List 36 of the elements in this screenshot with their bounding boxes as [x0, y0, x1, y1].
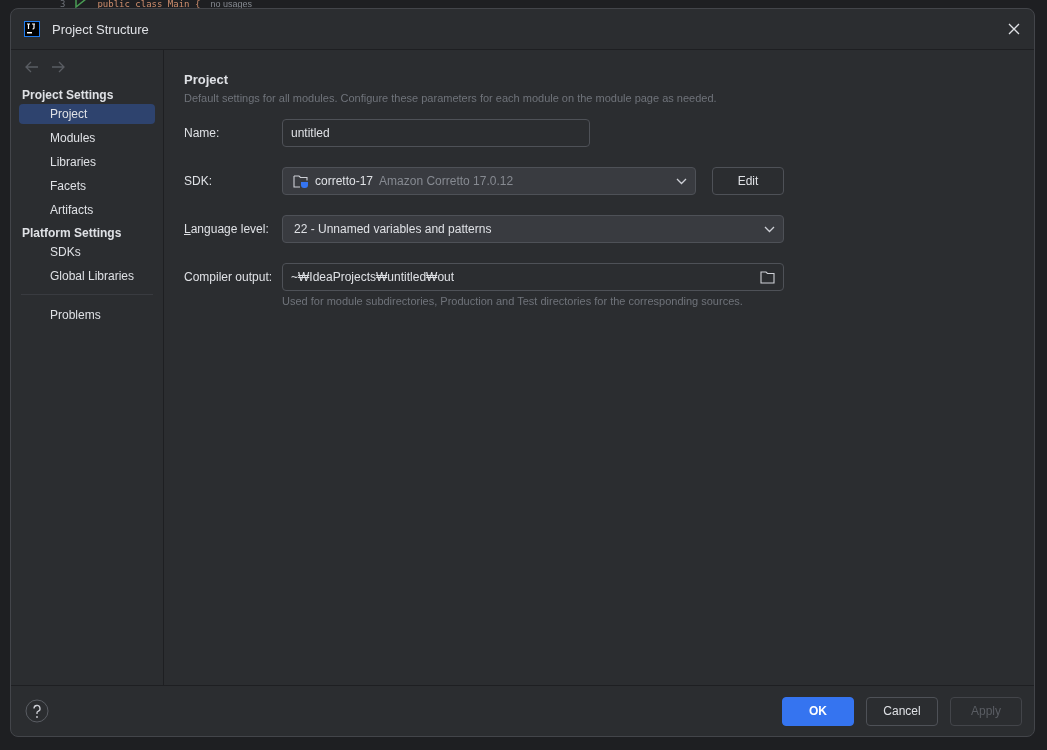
language-level-dropdown[interactable]: 22 - Unnamed variables and patterns — [282, 215, 784, 243]
sidebar-item[interactable]: Global Libraries — [19, 266, 155, 286]
chevron-down-icon — [764, 225, 775, 233]
line-number: 3 — [60, 0, 66, 9]
sidebar-item[interactable]: Artifacts — [19, 200, 155, 220]
compiler-output-field[interactable]: ~₩IdeaProjects₩untitled₩out — [282, 263, 784, 291]
ok-button[interactable]: OK — [782, 696, 854, 726]
sidebar-item[interactable]: Facets — [19, 176, 155, 196]
help-icon[interactable] — [25, 699, 49, 723]
sidebar-item[interactable]: Modules — [19, 128, 155, 148]
sidebar-item[interactable]: Problems — [19, 305, 155, 325]
app-logo-icon — [24, 21, 40, 37]
section-description: Default settings for all modules. Configure these parameters for each module on the module page as needed. — [184, 92, 718, 104]
usage-hint: no usages — [210, 0, 252, 9]
dialog-button[interactable]: Cancel — [866, 696, 938, 726]
section-heading: Platform Settings — [21, 225, 123, 242]
section-title: Project — [184, 72, 230, 87]
sidebar-item[interactable]: SDKs — [19, 242, 155, 262]
name-field[interactable]: untitled — [282, 119, 590, 147]
edit-button[interactable]: Edit — [712, 167, 784, 195]
window-title: Project Structure — [52, 21, 150, 37]
sidebar-item[interactable]: Libraries — [19, 152, 155, 172]
sdk-dropdown[interactable]: corretto-17 Amazon Corretto 17.0.12 — [282, 167, 696, 195]
field-label: Name: — [184, 126, 221, 140]
sidebar-item[interactable]: Project — [19, 104, 155, 124]
field-hint: Used for module subdirectories, Production and Test directories for the corresponding sources. — [282, 295, 744, 307]
chevron-down-icon — [676, 177, 687, 185]
field-label: Compiler output: — [184, 270, 274, 284]
field-label: SDK: — [184, 174, 213, 188]
folder-icon[interactable] — [760, 270, 775, 284]
sdk-folder-icon — [293, 173, 309, 189]
field-label: Language level: — [184, 222, 270, 236]
play-icon — [75, 0, 88, 9]
code-line: public class Main { — [97, 0, 201, 9]
close-button[interactable] — [1006, 21, 1022, 37]
section-heading: Project Settings — [21, 87, 115, 104]
